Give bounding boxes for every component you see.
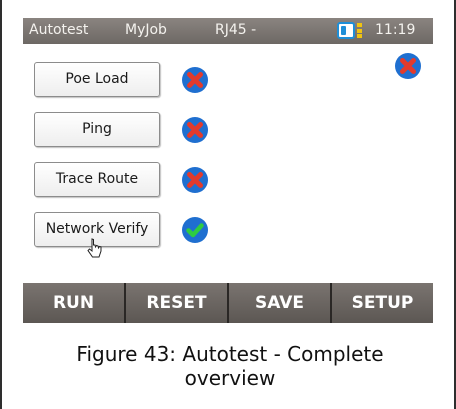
figure-caption: Figure 43: Autotest - Complete overview xyxy=(2,342,456,390)
test-button-ping[interactable]: Ping xyxy=(34,112,160,147)
test-button-trace-route[interactable]: Trace Route xyxy=(34,162,160,197)
battery-icon xyxy=(337,22,355,39)
status-time: 11:19 xyxy=(375,22,416,38)
fail-icon xyxy=(181,66,209,94)
fail-icon xyxy=(181,166,209,194)
device-screen: Autotest MyJob RJ45 - 11:19 Poe Load Pin… xyxy=(23,18,433,338)
pass-icon xyxy=(181,216,209,244)
fail-icon xyxy=(181,116,209,144)
status-bar: Autotest MyJob RJ45 - 11:19 xyxy=(23,18,433,44)
mouse-pointer-icon xyxy=(87,238,102,258)
status-port: RJ45 - xyxy=(215,22,257,38)
bottom-toolbar: RUN RESET SAVE SETUP xyxy=(23,283,433,323)
reset-button[interactable]: RESET xyxy=(126,283,229,323)
status-job: MyJob xyxy=(125,22,167,38)
test-button-poe-load[interactable]: Poe Load xyxy=(34,62,160,97)
overall-fail-icon xyxy=(394,52,422,80)
run-button[interactable]: RUN xyxy=(23,283,126,323)
figure-frame: Autotest MyJob RJ45 - 11:19 Poe Load Pin… xyxy=(0,0,456,409)
status-title: Autotest xyxy=(29,22,89,38)
save-button[interactable]: SAVE xyxy=(229,283,332,323)
caption-line-1: Figure 43: Autotest - Complete xyxy=(76,342,384,366)
setup-button[interactable]: SETUP xyxy=(332,283,433,323)
caption-line-2: overview xyxy=(184,366,276,390)
charge-indicator-icon xyxy=(357,23,362,38)
